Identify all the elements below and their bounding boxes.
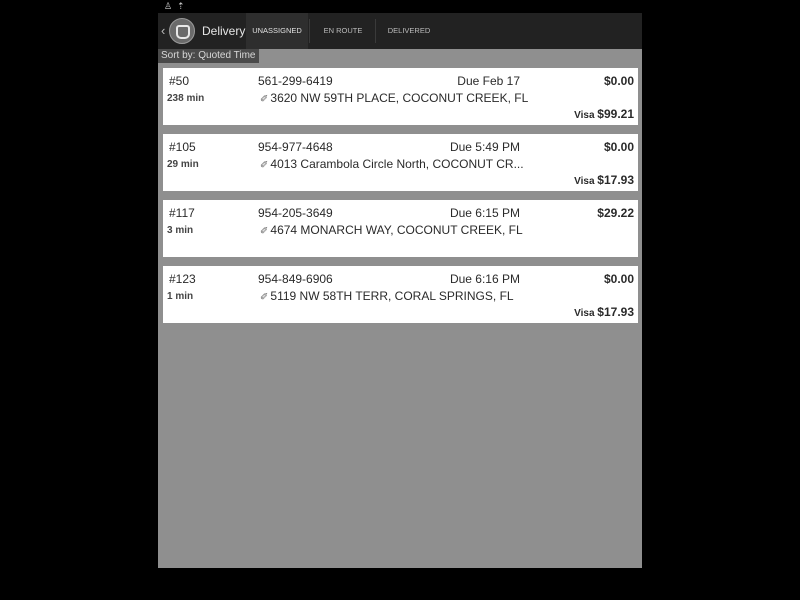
- payment-amount: $17.93: [597, 173, 634, 187]
- address-text: 3620 NW 59TH PLACE, COCONUT CREEK, FL: [270, 91, 529, 105]
- order-minutes: 3 min: [167, 225, 194, 236]
- payment-info: Visa $99.21: [574, 107, 634, 121]
- order-card[interactable]: #50 238 min 561-299-6419 Due Feb 17 ✐ 362…: [163, 68, 638, 125]
- tab-divider: [309, 19, 310, 43]
- payment-amount: $17.93: [597, 305, 634, 319]
- order-amount: $0.00: [603, 74, 634, 88]
- order-number: #50: [169, 74, 190, 88]
- order-due: Due 5:49 PM: [449, 140, 520, 154]
- map-pin-icon: ✐: [260, 94, 269, 105]
- toolbar: ‹ Delivery UNASSIGNED EN ROUTE DELIVERED: [158, 13, 642, 49]
- order-amount: $0.00: [603, 140, 634, 154]
- order-card[interactable]: #117 3 min 954-205-3649 Due 6:15 PM ✐ 467…: [163, 200, 638, 257]
- map-pin-icon: ✐: [260, 160, 269, 171]
- order-due: Due 6:16 PM: [449, 272, 520, 286]
- order-minutes: 238 min: [167, 93, 205, 104]
- status-bar: ♙ ⇡: [158, 0, 642, 13]
- map-pin-icon: ✐: [260, 292, 269, 303]
- order-due: Due Feb 17: [457, 74, 520, 88]
- order-number: #105: [169, 140, 196, 154]
- order-card[interactable]: #105 29 min 954-977-4648 Due 5:49 PM ✐ 40…: [163, 134, 638, 191]
- order-address: ✐ 3620 NW 59TH PLACE, COCONUT CREEK, FL: [260, 91, 528, 105]
- tab-label: EN ROUTE: [323, 26, 363, 35]
- person-icon: ♙: [164, 1, 173, 11]
- order-phone: 954-977-4648: [258, 140, 333, 154]
- tab-en-route[interactable]: EN ROUTE: [312, 13, 374, 49]
- payment-info: Visa $17.93: [574, 305, 634, 319]
- order-phone: 954-205-3649: [258, 206, 333, 220]
- order-address: ✐ 5119 NW 58TH TERR, CORAL SPRINGS, FL: [260, 289, 514, 303]
- order-amount: $0.00: [603, 272, 634, 286]
- page-title: Delivery: [202, 24, 246, 38]
- upload-icon: ⇡: [177, 1, 185, 11]
- order-phone: 561-299-6419: [258, 74, 333, 88]
- sort-label[interactable]: Sort by: Quoted Time: [158, 49, 259, 63]
- tab-unassigned[interactable]: UNASSIGNED: [246, 13, 308, 49]
- chevron-left-icon[interactable]: ‹: [161, 23, 165, 38]
- payment-method: Visa: [574, 308, 595, 319]
- order-address: ✐ 4674 MONARCH WAY, COCONUT CREEK, FL: [260, 223, 523, 237]
- order-number: #123: [169, 272, 196, 286]
- map-pin-icon: ✐: [260, 226, 269, 237]
- payment-method: Visa: [574, 110, 595, 121]
- order-amount: $29.22: [597, 206, 634, 220]
- order-minutes: 1 min: [167, 291, 194, 302]
- order-number: #117: [169, 206, 195, 220]
- payment-info: Visa $17.93: [574, 173, 634, 187]
- tab-label: DELIVERED: [387, 26, 431, 35]
- delivery-app: ‹ Delivery UNASSIGNED EN ROUTE DELIVERED…: [158, 13, 642, 568]
- order-minutes: 29 min: [167, 159, 199, 170]
- payment-method: Visa: [574, 176, 595, 187]
- order-card[interactable]: #123 1 min 954-849-6906 Due 6:16 PM ✐ 511…: [163, 266, 638, 323]
- tab-delivered[interactable]: DELIVERED: [378, 13, 440, 49]
- bell-icon[interactable]: [169, 18, 195, 44]
- address-text: 4674 MONARCH WAY, COCONUT CREEK, FL: [270, 223, 523, 237]
- address-text: 4013 Carambola Circle North, COCONUT CR.…: [270, 157, 524, 171]
- order-due: Due 6:15 PM: [449, 206, 520, 220]
- address-text: 5119 NW 58TH TERR, CORAL SPRINGS, FL: [270, 289, 514, 303]
- order-address: ✐ 4013 Carambola Circle North, COCONUT CR…: [260, 157, 524, 171]
- tab-label: UNASSIGNED: [252, 26, 302, 35]
- payment-amount: $99.21: [597, 107, 634, 121]
- order-phone: 954-849-6906: [258, 272, 333, 286]
- tab-divider: [375, 19, 376, 43]
